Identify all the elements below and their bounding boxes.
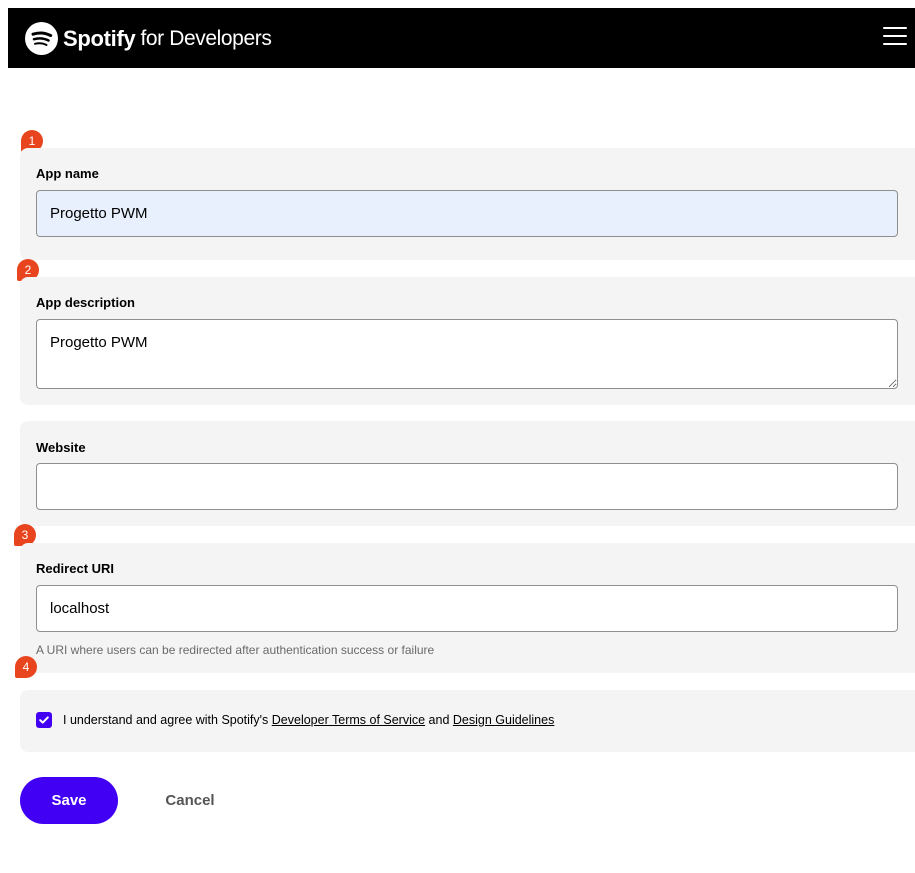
- app-description-label: App description: [36, 295, 135, 310]
- hamburger-menu-icon[interactable]: [883, 24, 907, 48]
- design-guidelines-link[interactable]: Design Guidelines: [453, 713, 554, 727]
- spotify-logo-icon: [25, 22, 58, 55]
- page: Spotify for Developers 1 App name 2 App …: [0, 0, 915, 873]
- app-name-label: App name: [36, 166, 99, 181]
- redirect-uri-label: Redirect URI: [36, 561, 115, 576]
- app-description-section: App description Progetto PWM: [20, 277, 915, 405]
- terms-text: I understand and agree with Spotify's De…: [63, 712, 554, 728]
- terms-text-before: I understand and agree with Spotify's: [63, 713, 272, 727]
- terms-text-middle: and: [425, 713, 453, 727]
- brand-name: Spotify: [63, 25, 136, 51]
- annotation-badge-4: 4: [15, 656, 37, 678]
- terms-section: I understand and agree with Spotify's De…: [20, 690, 915, 752]
- top-nav: Spotify for Developers: [8, 8, 915, 68]
- developer-terms-link[interactable]: Developer Terms of Service: [272, 713, 425, 727]
- save-button[interactable]: Save: [20, 777, 118, 824]
- spotify-developers-logo[interactable]: Spotify for Developers: [25, 22, 272, 55]
- terms-checkbox[interactable]: [36, 712, 52, 728]
- website-input[interactable]: [36, 463, 898, 510]
- app-name-section: App name: [20, 148, 915, 260]
- brand-suffix: for Developers: [140, 27, 272, 50]
- website-section: Website: [20, 421, 915, 526]
- cancel-button[interactable]: Cancel: [144, 777, 236, 824]
- redirect-uri-section: Redirect URI A URI where users can be re…: [20, 543, 915, 673]
- app-name-input[interactable]: [36, 190, 898, 237]
- redirect-uri-help-text: A URI where users can be redirected afte…: [36, 643, 435, 657]
- website-label: Website: [36, 440, 86, 455]
- redirect-uri-input[interactable]: [36, 585, 898, 632]
- app-description-textarea[interactable]: Progetto PWM: [36, 319, 898, 389]
- checkmark-icon: [39, 716, 49, 724]
